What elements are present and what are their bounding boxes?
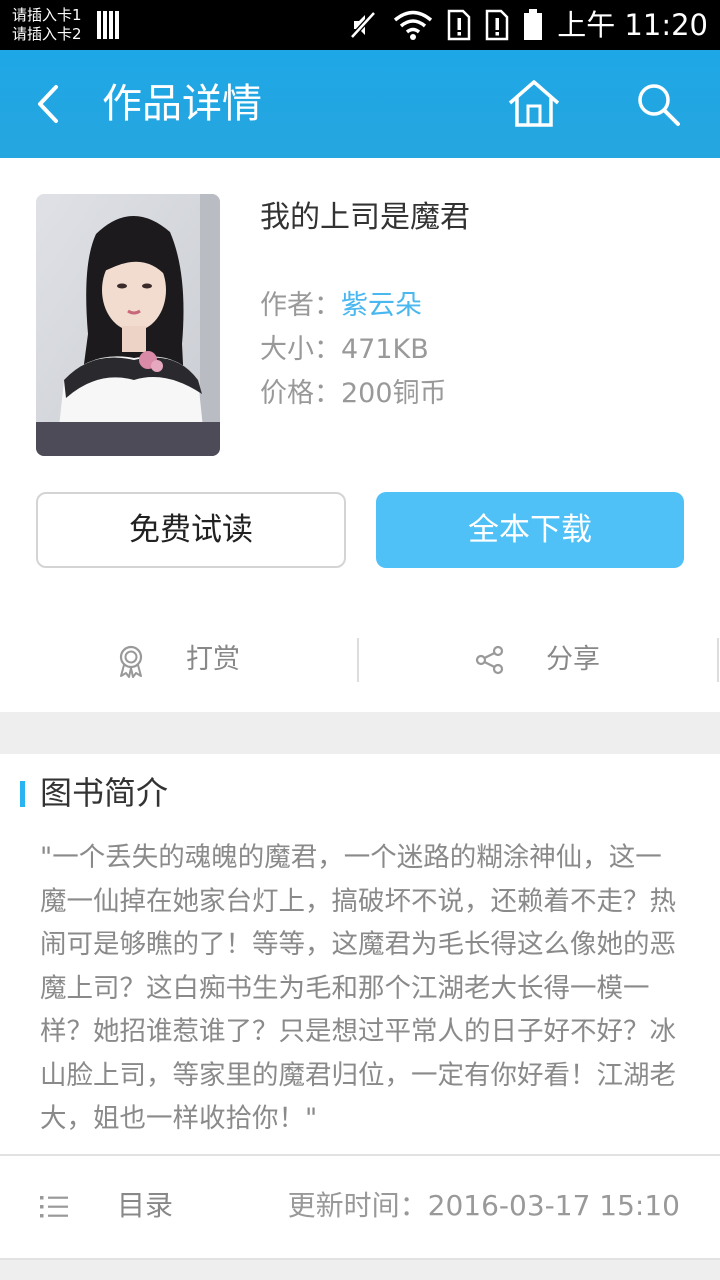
share-icon (475, 645, 504, 675)
back-button[interactable] (28, 79, 74, 129)
sim-missing-icon (447, 9, 471, 41)
search-icon (638, 84, 680, 126)
clock: 上午 11:20 (557, 8, 708, 42)
list-icon (40, 1196, 68, 1218)
size-row: 大小：471KB (260, 330, 429, 370)
intro-text: "一个丢失的魂魄的魔君，一个迷路的糊涂神仙，这一魔一仙掉在她家台灯上，搞破坏不说… (40, 842, 676, 1134)
sim-missing-icon (485, 9, 509, 41)
home-icon (508, 80, 560, 127)
mute-icon (350, 11, 377, 39)
chevron-left-icon (38, 85, 58, 123)
book-intro-section: 图书简介 "一个丢失的魂魄的魔君，一个迷路的糊涂神仙，这一魔一仙掉在她家台灯上，… (0, 754, 720, 1156)
award-ribbon-icon (119, 645, 143, 678)
price-row: 价格：200铜币 (260, 374, 447, 414)
size-value: 471KB (341, 334, 429, 365)
sim1-status: 请插入卡1 (12, 6, 82, 24)
size-label: 大小： (260, 334, 341, 365)
price-value: 200铜币 (341, 378, 447, 409)
free-trial-button[interactable]: 免费试读 (36, 492, 346, 568)
page-title: 作品详情 (102, 81, 262, 127)
author-link[interactable]: 紫云朵 (341, 290, 422, 321)
share-button[interactable]: 分享 (360, 636, 718, 684)
catalog-row[interactable]: 目录 更新时间：2016-03-17 15:10 (0, 1156, 720, 1260)
update-time-value: 2016-03-17 15:10 (427, 1189, 680, 1222)
wifi-icon (394, 10, 433, 40)
book-info-section: 我的上司是魔君 作者：紫云朵 大小：471KB 价格：200铜币 免费试读 全本… (0, 158, 720, 712)
update-time-label: 更新时间： (287, 1189, 428, 1222)
catalog-label: 目录 (117, 1189, 174, 1222)
battery-icon (524, 9, 543, 40)
book-cover (36, 194, 220, 456)
action-divider (717, 638, 719, 682)
sim-status: 请插入卡1 请插入卡2 (12, 6, 82, 44)
status-bar: 请插入卡1 请插入卡2 上午 11:20 (0, 0, 720, 50)
update-time: 更新时间：2016-03-17 15:10 (288, 1183, 680, 1229)
intro-heading: 图书简介 (40, 774, 169, 812)
book-cover-image (36, 194, 220, 456)
author-label: 作者： (260, 290, 341, 321)
download-full-button[interactable]: 全本下载 (376, 492, 684, 568)
section-accent-bar (20, 781, 25, 807)
action-bar: 打赏 分享 (0, 636, 720, 684)
author-row: 作者：紫云朵 (260, 286, 422, 326)
action-divider (357, 638, 359, 682)
title-bar: 作品详情 (0, 50, 720, 158)
reward-button[interactable]: 打赏 (0, 636, 358, 684)
status-icons: 上午 11:20 (347, 8, 708, 42)
home-button[interactable] (506, 78, 562, 130)
reward-label: 打赏 (186, 644, 240, 675)
share-label: 分享 (546, 644, 600, 675)
price-label: 价格： (260, 378, 341, 409)
sim2-status: 请插入卡2 (12, 25, 82, 43)
book-title: 我的上司是魔君 (260, 200, 470, 235)
search-button[interactable] (634, 80, 684, 130)
signal-bars-icon (97, 11, 121, 39)
